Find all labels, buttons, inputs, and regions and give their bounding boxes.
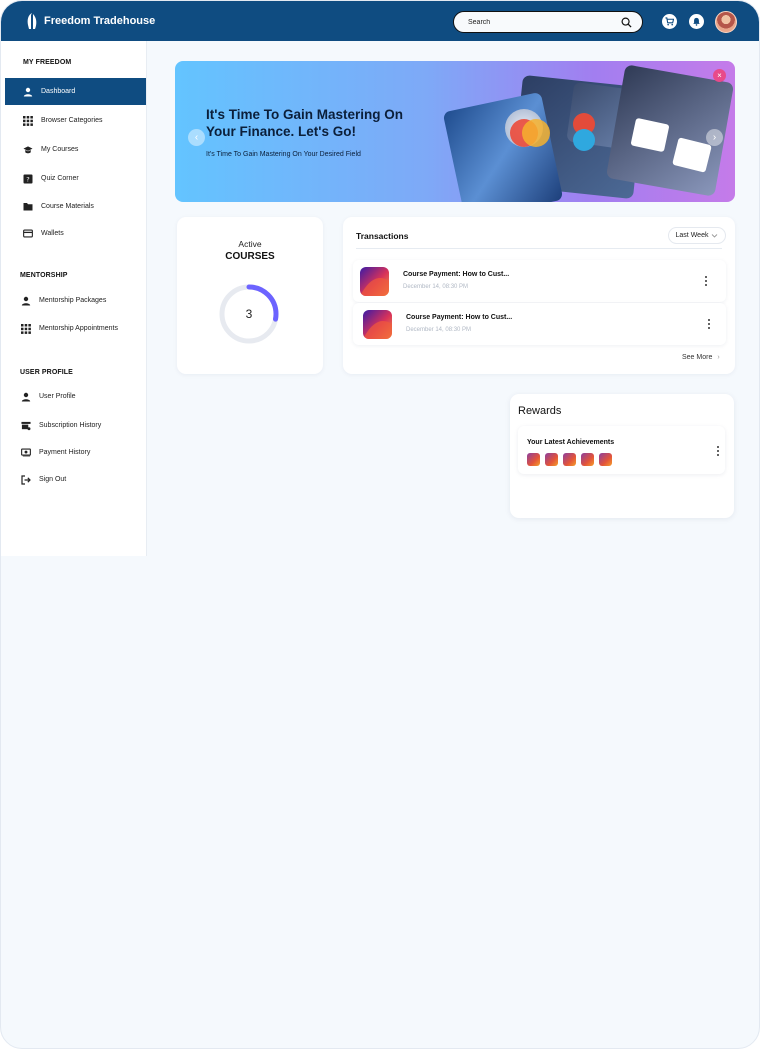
courses-label: Active: [238, 239, 262, 249]
sidebar-item-label: Mentorship Packages: [39, 297, 107, 304]
transactions-filter-select[interactable]: Last Week: [668, 227, 726, 244]
app-frame: Freedom Tradehouse MY FREEDOM: [0, 0, 760, 1049]
transactions-title: Transactions: [356, 231, 409, 241]
sidebar-item-payment-history[interactable]: Payment History: [5, 439, 146, 466]
more-options-icon[interactable]: [715, 446, 721, 458]
sidebar-item-course-materials[interactable]: Course Materials: [5, 193, 146, 220]
banner-prev-button[interactable]: ‹: [188, 129, 205, 146]
bell-icon: [693, 17, 700, 26]
achievement-badge[interactable]: [563, 453, 576, 466]
close-icon: ×: [717, 71, 722, 80]
transaction-date: December 14, 08:30 PM: [406, 327, 472, 333]
sidebar-item-sign-out[interactable]: Sign Out: [5, 466, 146, 493]
sidebar-item-mentorship-appointments[interactable]: Mentorship Appointments: [5, 315, 146, 342]
sidebar-item-user-profile[interactable]: User Profile: [5, 383, 146, 410]
brand-logo[interactable]: Freedom Tradehouse: [25, 12, 155, 30]
sidebar-item-mentorship-packages[interactable]: Mentorship Packages: [5, 287, 146, 314]
promo-banner[interactable]: It's Time To Gain Mastering On Your Fina…: [175, 61, 735, 202]
top-bar: Freedom Tradehouse: [1, 1, 759, 41]
achievements-title: Your Latest Achievements: [527, 439, 615, 446]
sidebar-item-subscription-history[interactable]: Subscription History: [5, 412, 146, 439]
more-options-icon[interactable]: [703, 276, 709, 288]
sidebar-item-label: Sign Out: [39, 476, 67, 483]
sidebar-item-label: Course Materials: [41, 203, 94, 210]
cart-icon: [665, 17, 674, 26]
achievement-badge[interactable]: [545, 453, 558, 466]
sidebar-item-wallets[interactable]: Wallets: [5, 220, 146, 247]
avatar[interactable]: [715, 11, 737, 33]
chevron-down-icon: [712, 233, 718, 238]
transaction-row[interactable]: Course Payment: How to Cust... December …: [353, 303, 726, 345]
filter-label: Last Week: [675, 232, 709, 239]
sidebar-item-label: User Profile: [39, 393, 76, 400]
sidebar-item-label: Subscription History: [39, 422, 102, 429]
search-icon[interactable]: [621, 17, 632, 28]
achievement-badge[interactable]: [527, 453, 540, 466]
sidebar-item-label: Dashboard: [41, 88, 76, 95]
transaction-date: December 14, 08:30 PM: [403, 284, 469, 290]
section-title-user-profile: USER PROFILE: [20, 369, 73, 376]
course-thumbnail: [363, 310, 392, 339]
rewards-title: Rewards: [518, 405, 562, 417]
achievements-box[interactable]: Your Latest Achievements: [518, 426, 725, 474]
user-icon: [21, 392, 31, 402]
courses-count: 3: [245, 307, 253, 321]
chevron-right-icon: ›: [712, 132, 717, 143]
see-more-link[interactable]: See More ›: [682, 354, 720, 361]
transaction-name: Course Payment: How to Cust...: [406, 314, 513, 321]
graduation-cap-icon: [23, 145, 33, 155]
sidebar-item-label: My Courses: [41, 146, 79, 153]
banner-next-button[interactable]: ›: [706, 129, 723, 146]
achievement-badge[interactable]: [599, 453, 612, 466]
transactions-card: Transactions Last Week Course Payment: H…: [343, 217, 735, 374]
sidebar: MY FREEDOM Dashboard Browser Categories …: [1, 41, 147, 556]
sidebar-item-label: Wallets: [41, 230, 64, 237]
notifications-button[interactable]: [689, 14, 704, 29]
cash-icon: [21, 448, 31, 458]
wallet-icon: [23, 229, 33, 239]
sidebar-item-label: Payment History: [39, 449, 91, 456]
transaction-row[interactable]: Course Payment: How to Cust... December …: [353, 260, 726, 302]
logo-icon: [27, 13, 37, 29]
more-options-icon[interactable]: [706, 319, 712, 331]
banner-title: It's Time To Gain Mastering On Your Fina…: [206, 107, 403, 139]
banner-close-button[interactable]: ×: [713, 69, 726, 82]
rewards-card: Rewards Your Latest Achievements: [510, 394, 734, 518]
sidebar-item-label: Mentorship Appointments: [39, 325, 118, 332]
sign-out-icon: [21, 474, 31, 485]
courses-title: COURSES: [225, 251, 275, 262]
transaction-name: Course Payment: How to Cust...: [403, 271, 510, 278]
svg-text:?: ?: [26, 175, 29, 183]
sidebar-item-label: Quiz Corner: [41, 175, 79, 182]
sidebar-item-quiz-corner[interactable]: ? Quiz Corner: [5, 165, 146, 192]
cart-button[interactable]: [662, 14, 677, 29]
search-bar[interactable]: [453, 11, 643, 33]
divider: [356, 248, 722, 249]
active-courses-card[interactable]: Active COURSES 3: [177, 217, 323, 374]
section-title-my-freedom: MY FREEDOM: [23, 59, 72, 66]
brand-name: Freedom Tradehouse: [44, 15, 156, 27]
sidebar-item-my-courses[interactable]: My Courses: [5, 136, 146, 163]
sidebar-item-label: Browser Categories: [41, 117, 103, 124]
sidebar-item-browser-categories[interactable]: Browser Categories: [5, 107, 146, 134]
see-more-label: See More: [682, 354, 713, 361]
banner-subtitle: It's Time To Gain Mastering On Your Desi…: [206, 151, 361, 158]
chevron-left-icon: ‹: [194, 132, 199, 143]
folder-icon: [23, 202, 33, 212]
chevron-right-icon: ›: [717, 354, 720, 361]
section-title-mentorship: MENTORSHIP: [20, 272, 68, 279]
user-icon: [23, 87, 33, 97]
sidebar-item-dashboard[interactable]: Dashboard: [5, 78, 146, 105]
grid-icon: [23, 115, 33, 126]
user-icon: [21, 296, 31, 306]
store-icon: [21, 421, 31, 431]
grid-icon: [21, 323, 31, 334]
course-thumbnail: [360, 267, 389, 296]
quiz-icon: ?: [23, 174, 33, 184]
achievement-badge[interactable]: [581, 453, 594, 466]
search-input[interactable]: [468, 18, 621, 26]
